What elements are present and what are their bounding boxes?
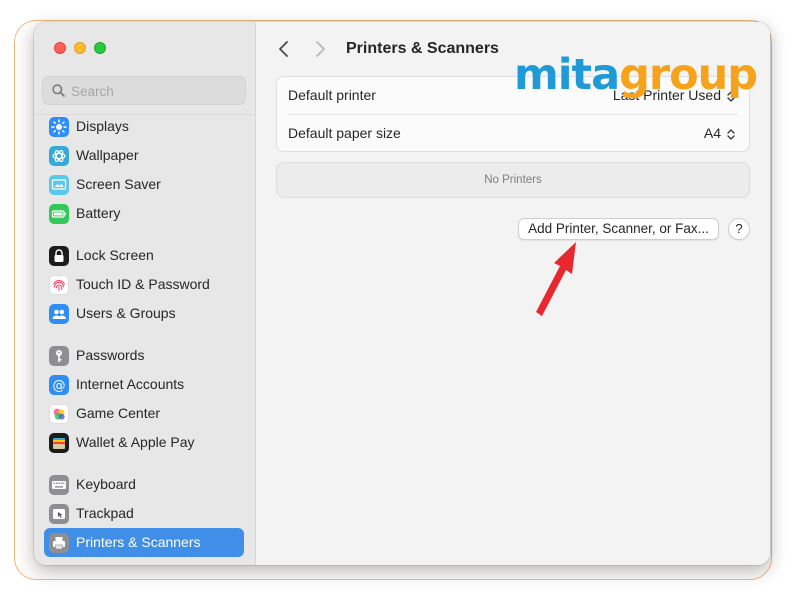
sidebar-item-label: Lock Screen (76, 247, 154, 263)
sidebar-item-internet-accounts[interactable]: @ Internet Accounts (44, 370, 244, 399)
svg-text:@: @ (53, 379, 66, 394)
watermark-logo: mitagroup (514, 50, 758, 100)
forward-chevron-icon[interactable] (312, 40, 328, 58)
sidebar-item-label: Touch ID & Password (76, 276, 210, 292)
sidebar-item-label: Wallet & Apple Pay (76, 434, 195, 450)
printer-icon (49, 533, 69, 553)
trackpad-icon (49, 504, 69, 524)
battery-icon (49, 204, 69, 224)
popup-chevrons-icon[interactable] (725, 127, 737, 142)
sidebar-item-lock-screen[interactable]: Lock Screen (44, 241, 244, 270)
wallpaper-icon (49, 146, 69, 166)
search-icon (52, 84, 65, 97)
screenshot-canvas: Search Displays Wallpaper Screen Saver B… (0, 0, 800, 600)
sidebar-item-screen-saver[interactable]: Screen Saver (44, 170, 244, 199)
paper-size-row: Default paper size A4 (277, 115, 749, 153)
help-button[interactable]: ? (728, 218, 750, 240)
sidebar-item-label: Trackpad (76, 505, 134, 521)
sidebar-item-battery[interactable]: Battery (44, 199, 244, 228)
sidebar-item-label: Internet Accounts (76, 376, 185, 392)
sidebar-item-label: Printers & Scanners (76, 534, 201, 550)
sidebar-item-keyboard[interactable]: Keyboard (44, 470, 244, 499)
keyboard-icon (49, 475, 69, 495)
sidebar-item-label: Keyboard (76, 476, 136, 492)
sidebar-item-trackpad[interactable]: Trackpad (44, 499, 244, 528)
sidebar-item-touch-id[interactable]: Touch ID & Password (44, 270, 244, 299)
printers-list: No Printers (276, 162, 750, 198)
sidebar-item-label: Wallpaper (76, 147, 139, 163)
annotation-arrow-icon (536, 242, 576, 316)
page-title: Printers & Scanners (346, 40, 499, 57)
search-placeholder: Search (71, 84, 114, 99)
logo-text-group: group (619, 50, 758, 100)
displays-icon (49, 117, 69, 137)
close-window-button[interactable] (54, 42, 66, 54)
sidebar-item-printers-scanners[interactable]: Printers & Scanners (44, 528, 244, 557)
sidebar-item-wallpaper[interactable]: Wallpaper (44, 141, 244, 170)
lock-icon (49, 246, 69, 266)
wallet-icon (49, 433, 69, 453)
sidebar-item-users-groups[interactable]: Users & Groups (44, 299, 244, 328)
sidebar-item-passwords[interactable]: Passwords (44, 341, 244, 370)
sidebar-item-label: Battery (76, 205, 121, 221)
sidebar-item-label: Users & Groups (76, 305, 176, 321)
game-center-icon (49, 404, 69, 424)
sidebar-item-wallet[interactable]: Wallet & Apple Pay (44, 428, 244, 457)
settings-window: Search Displays Wallpaper Screen Saver B… (34, 22, 770, 565)
paper-size-popup[interactable]: A4 (704, 125, 721, 141)
sidebar-item-label: Screen Saver (76, 176, 161, 192)
sidebar: Search Displays Wallpaper Screen Saver B… (34, 22, 256, 565)
key-icon (49, 346, 69, 366)
at-icon: @ (49, 375, 69, 395)
sidebar-item-label: Game Center (76, 405, 161, 421)
minimize-window-button[interactable] (74, 42, 86, 54)
sidebar-item-game-center[interactable]: Game Center (44, 399, 244, 428)
back-chevron-icon[interactable] (276, 40, 292, 58)
paper-size-label: Default paper size (288, 125, 401, 141)
sidebar-item-label: Displays (76, 118, 129, 134)
default-printer-label: Default printer (288, 87, 376, 103)
fingerprint-icon (49, 275, 69, 295)
users-icon (49, 304, 69, 324)
zoom-window-button[interactable] (94, 42, 106, 54)
search-field[interactable]: Search (42, 76, 246, 105)
sidebar-item-displays[interactable]: Displays (44, 112, 244, 141)
no-printers-text: No Printers (484, 174, 542, 186)
logo-text-mita: mita (514, 50, 620, 100)
sidebar-item-label: Passwords (76, 347, 145, 363)
main-pane: Printers & Scanners Default printer Last… (256, 22, 770, 565)
screen-saver-icon (49, 175, 69, 195)
